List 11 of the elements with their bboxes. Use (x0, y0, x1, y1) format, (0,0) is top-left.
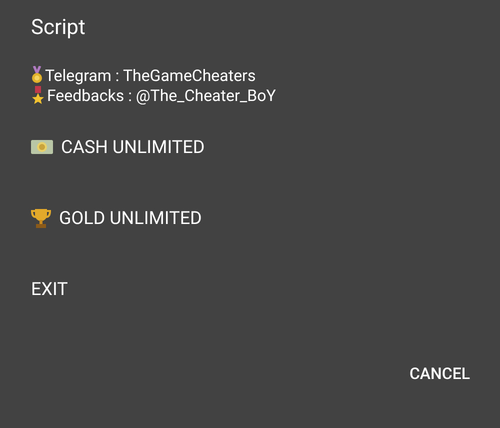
medal-icon (31, 66, 43, 84)
menu-item[interactable]: GOLD UNLIMITED (31, 207, 202, 229)
info-text: Feedbacks : @The_Cheater_BoY (47, 86, 276, 104)
star-medal-icon (31, 86, 45, 104)
trophy-icon (31, 207, 51, 229)
menu-item[interactable]: CASH UNLIMITED (31, 136, 205, 158)
menu-item[interactable]: EXIT (31, 278, 68, 300)
cancel-button[interactable]: CANCEL (397, 358, 482, 389)
dialog-title: Script (31, 15, 86, 42)
banknote-icon (31, 140, 53, 154)
info-text: Telegram : TheGameCheaters (45, 66, 256, 84)
